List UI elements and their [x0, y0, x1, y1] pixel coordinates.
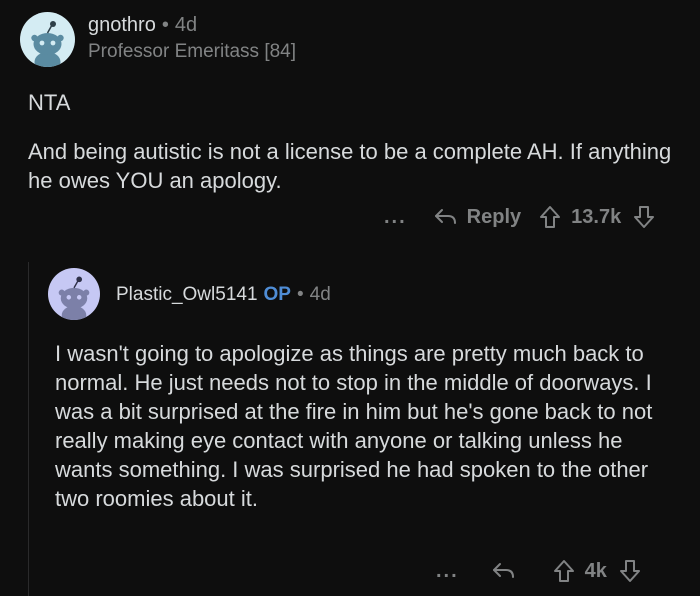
username[interactable]: gnothro — [88, 14, 156, 36]
reply-button[interactable] — [491, 560, 517, 582]
separator-dot: • — [296, 284, 304, 305]
separator-dot: • — [161, 14, 169, 36]
snoo-avatar-icon — [31, 21, 64, 67]
avatar[interactable] — [48, 268, 100, 320]
comment-actions: ... Reply 13.7k — [384, 202, 655, 232]
reply-age: 4d — [309, 284, 331, 305]
upvote-icon — [540, 206, 561, 228]
reply-label: Reply — [466, 205, 522, 228]
comment-age: 4d — [174, 14, 198, 36]
upvote-icon — [553, 560, 574, 582]
downvote-button[interactable] — [633, 205, 655, 229]
comment-meta: gnothro • 4d — [88, 14, 197, 37]
reply-meta: Plastic_Owl5141 OP • 4d — [116, 284, 331, 306]
snoo-avatar-icon — [58, 276, 90, 320]
thread-line[interactable] — [28, 262, 29, 596]
downvote-icon — [634, 206, 655, 228]
avatar[interactable] — [20, 12, 75, 67]
more-options-button[interactable]: ... — [384, 206, 407, 229]
downvote-icon — [619, 560, 640, 582]
downvote-button[interactable] — [619, 559, 641, 583]
reply-button[interactable]: Reply — [433, 206, 521, 229]
comment-body: NTA And being autistic is not a license … — [28, 88, 688, 195]
op-badge: OP — [263, 284, 291, 305]
reply-arrow-icon — [492, 563, 514, 578]
username[interactable]: Plastic_Owl5141 — [116, 284, 258, 305]
vote-score: 13.7k — [571, 205, 622, 228]
comment-paragraph: NTA — [28, 90, 71, 115]
reply-arrow-icon — [434, 209, 456, 224]
reply-paragraph: I wasn't going to apologize as things ar… — [55, 341, 653, 511]
upvote-button[interactable] — [553, 559, 575, 583]
more-options-button[interactable]: ... — [436, 560, 459, 583]
upvote-button[interactable] — [539, 205, 561, 229]
reply-body: I wasn't going to apologize as things ar… — [55, 339, 685, 513]
comment-paragraph: And being autistic is not a license to b… — [28, 139, 672, 193]
vote-score: 4k — [584, 559, 607, 582]
reply-actions: ... 4k — [436, 556, 641, 586]
user-flair: Professor Emeritass [84] — [88, 41, 297, 62]
